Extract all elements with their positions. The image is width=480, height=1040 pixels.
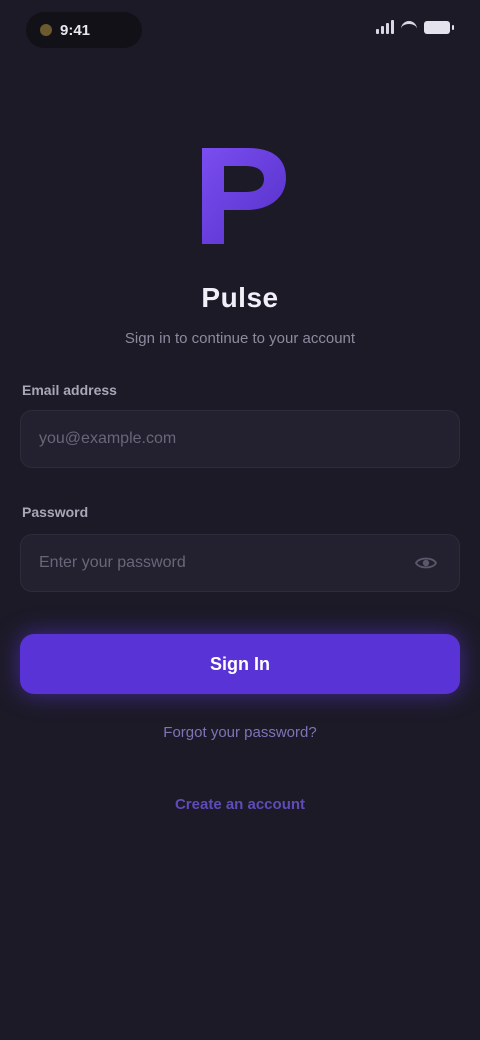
p-logo-icon (202, 148, 286, 244)
app-subtitle: Sign in to continue to your account (124, 330, 356, 347)
login-screen: 9:41 Pulse Sign in to continue to your a… (0, 0, 480, 1040)
email-field-container (20, 410, 460, 468)
status-bar: 9:41 (0, 0, 480, 62)
signal-icon (376, 20, 394, 34)
app-title: Pulse (201, 282, 279, 313)
status-pill: 9:41 (26, 12, 142, 48)
sign-in-button[interactable]: Sign In (20, 634, 460, 694)
email-field[interactable] (37, 429, 443, 449)
show-password-button[interactable] (409, 546, 443, 580)
password-field-container (20, 534, 460, 592)
recording-dot-icon (40, 24, 52, 36)
status-icons (376, 20, 454, 34)
email-label: Email address (22, 382, 117, 398)
create-account-link[interactable]: Create an account (0, 796, 480, 813)
battery-icon (424, 20, 454, 34)
password-label: Password (22, 504, 89, 520)
eye-icon (414, 557, 438, 569)
wifi-icon (401, 21, 417, 33)
status-time: 9:41 (60, 21, 91, 39)
password-field[interactable] (37, 553, 409, 573)
forgot-password-link[interactable]: Forgot your password? (0, 724, 480, 741)
